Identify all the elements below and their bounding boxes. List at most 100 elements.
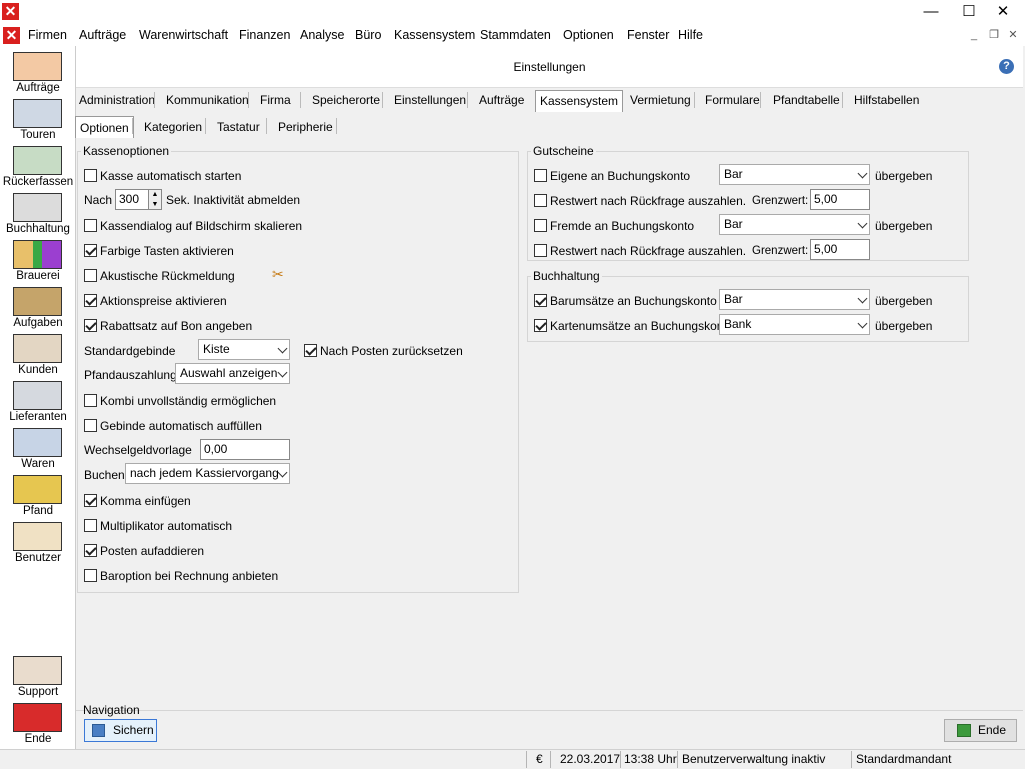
aktionspreise-checkbox[interactable]: [84, 294, 97, 307]
sidebar-item-brauerei[interactable]: Brauerei: [1, 238, 75, 285]
tab-administration[interactable]: Administration: [75, 90, 159, 112]
menu-finanzen[interactable]: Finanzen: [239, 28, 290, 42]
tasks-icon: [13, 287, 62, 316]
tab-separator: [760, 92, 761, 108]
menu-auftraege[interactable]: Aufträge: [79, 28, 126, 42]
sidebar-item-buchhaltung[interactable]: Buchhaltung: [1, 191, 75, 238]
farbig-checkbox[interactable]: [84, 244, 97, 257]
mdi-minimize-button[interactable]: _: [966, 28, 982, 42]
menu-warenwirtschaft[interactable]: Warenwirtschaft: [139, 28, 228, 42]
menu-analyse[interactable]: Analyse: [300, 28, 344, 42]
skalieren-checkbox[interactable]: [84, 219, 97, 232]
multiplikator-checkbox[interactable]: [84, 519, 97, 532]
posten-checkbox[interactable]: [84, 544, 97, 557]
sidebar-item-pfand[interactable]: Pfand: [1, 473, 75, 520]
inactivity-seconds-input[interactable]: 300: [115, 189, 150, 210]
inaktiv-label: Sek. Inaktivität abmelden: [166, 193, 301, 207]
subtab-optionen[interactable]: Optionen: [75, 116, 134, 138]
customers-icon: [13, 334, 62, 363]
menu-fenster[interactable]: Fenster: [627, 28, 669, 42]
tab-kommunikation[interactable]: Kommunikation: [162, 90, 253, 112]
eigene-checkbox[interactable]: [534, 169, 547, 182]
farbig-label: Farbige Tasten aktivieren: [100, 244, 234, 258]
fremde-checkbox[interactable]: [534, 219, 547, 232]
kombi-checkbox[interactable]: [84, 394, 97, 407]
buchen-select[interactable]: nach jedem Kassiervorgang: [125, 463, 290, 484]
posten-label: Posten aufaddieren: [100, 544, 205, 558]
subtab-kategorien[interactable]: Kategorien: [140, 116, 206, 138]
tab-pfandtabelle[interactable]: Pfandtabelle: [769, 90, 844, 112]
tab-auftraege[interactable]: Aufträge: [475, 90, 528, 112]
rabattsatz-checkbox[interactable]: [84, 319, 97, 332]
save-icon: [92, 724, 105, 737]
menu-buero[interactable]: Büro: [355, 28, 381, 42]
gebinde-auto-checkbox[interactable]: [84, 419, 97, 432]
headset-icon: [13, 52, 62, 81]
sidebar-item-touren[interactable]: Touren: [1, 97, 75, 144]
menu-firmen[interactable]: Firmen: [28, 28, 67, 42]
tab-vermietung[interactable]: Vermietung: [626, 90, 695, 112]
calculator-icon: [13, 193, 62, 222]
menu-optionen[interactable]: Optionen: [563, 28, 614, 42]
spinner-icon[interactable]: ▲ ▼: [148, 189, 162, 210]
akustisch-checkbox[interactable]: [84, 269, 97, 282]
baroption-checkbox[interactable]: [84, 569, 97, 582]
chevron-down-icon: [277, 467, 288, 478]
sidebar-item-kunden[interactable]: Kunden: [1, 332, 75, 379]
tab-hilfstabellen[interactable]: Hilfstabellen: [850, 90, 923, 112]
tab-firma[interactable]: Firma: [256, 90, 295, 112]
document-icon[interactable]: ✕: [3, 27, 20, 44]
grenzwert1-input[interactable]: 5,00: [810, 189, 870, 210]
subtab-peripherie[interactable]: Peripherie: [274, 116, 337, 138]
sidebar-item-ende[interactable]: Ende: [1, 701, 75, 748]
kasse-auto-checkbox[interactable]: [84, 169, 97, 182]
app-logo-icon: ✕: [2, 3, 19, 20]
sidebar-item-aufgaben[interactable]: Aufgaben: [1, 285, 75, 332]
wrench-icon[interactable]: ✂: [272, 266, 284, 283]
mdi-restore-button[interactable]: ❐: [986, 28, 1002, 42]
wechselgeld-input[interactable]: 0,00: [200, 439, 290, 460]
tab-separator: [300, 92, 301, 108]
subtab-tastatur[interactable]: Tastatur: [213, 116, 264, 138]
tab-separator: [266, 118, 267, 134]
menu-kassensystem[interactable]: Kassensystem: [394, 28, 475, 42]
sidebar-item-lieferanten[interactable]: Lieferanten: [1, 379, 75, 426]
tab-separator: [248, 92, 249, 108]
standardgebinde-select[interactable]: Kiste: [198, 339, 290, 360]
komma-checkbox[interactable]: [84, 494, 97, 507]
pfandauszahlung-select[interactable]: Auswahl anzeigen: [175, 363, 290, 384]
restwert2-checkbox[interactable]: [534, 244, 547, 257]
tab-einstellungen[interactable]: Einstellungen: [390, 90, 470, 112]
mdi-close-button[interactable]: ✕: [1005, 28, 1021, 42]
tab-speicherorte[interactable]: Speicherorte: [308, 90, 384, 112]
sidebar-item-auftraege[interactable]: Aufträge: [1, 50, 75, 97]
grenzwert2-input[interactable]: 5,00: [810, 239, 870, 260]
save-button[interactable]: Sichern: [84, 719, 157, 742]
menu-stammdaten[interactable]: Stammdaten: [480, 28, 551, 42]
wechselgeld-label: Wechselgeldvorlage: [84, 443, 192, 457]
fremde-label: Fremde an Buchungskonto: [550, 219, 695, 233]
karten-checkbox[interactable]: [534, 319, 547, 332]
eigene-konto-select[interactable]: Bar: [719, 164, 870, 185]
menu-hilfe[interactable]: Hilfe: [678, 28, 703, 42]
kassenoptionen-title: Kassenoptionen: [81, 144, 172, 158]
sidebar-item-benutzer[interactable]: Benutzer: [1, 520, 75, 567]
status-user: Benutzerverwaltung inaktiv: [682, 752, 826, 766]
nach-posten-checkbox[interactable]: [304, 344, 317, 357]
help-icon[interactable]: ?: [999, 59, 1014, 74]
tab-formulare[interactable]: Formulare: [701, 90, 764, 112]
karten-label: Kartenumsätze an Buchungskonto: [550, 319, 734, 333]
karten-konto-select[interactable]: Bank: [719, 314, 870, 335]
barumsaetze-checkbox[interactable]: [534, 294, 547, 307]
end-button[interactable]: Ende: [944, 719, 1017, 742]
sidebar-item-rueckerfassen[interactable]: Rückerfassen: [1, 144, 75, 191]
restwert1-checkbox[interactable]: [534, 194, 547, 207]
fremde-konto-select[interactable]: Bar: [719, 214, 870, 235]
tab-kassensystem[interactable]: Kassensystem: [535, 90, 624, 112]
barumsaetze-konto-select[interactable]: Bar: [719, 289, 870, 310]
close-button[interactable]: ✕: [980, 0, 1025, 26]
sidebar-item-waren[interactable]: Waren: [1, 426, 75, 473]
tab-separator: [132, 118, 133, 134]
sidebar-item-support[interactable]: Support: [1, 654, 75, 701]
uebergeben-label: übergeben: [875, 319, 933, 333]
